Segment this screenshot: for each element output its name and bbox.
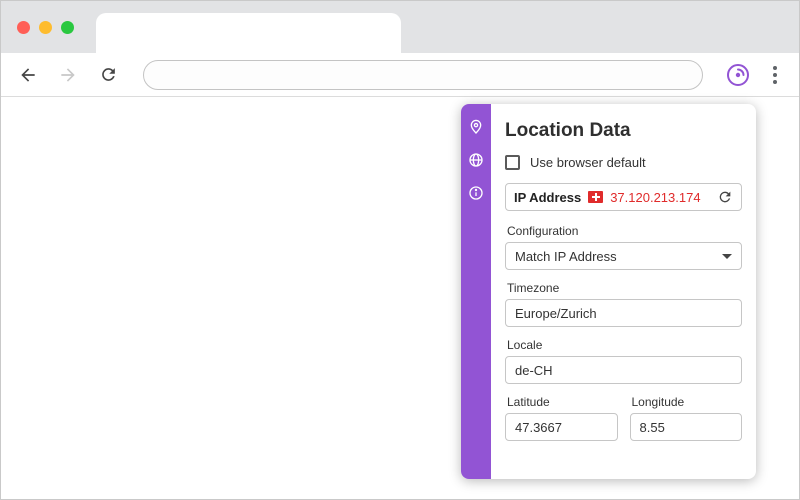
location-tab-icon[interactable] [468,118,485,135]
timezone-label: Timezone [507,281,560,295]
location-data-panel: Location Data Use browser default IP Add… [461,104,756,479]
locale-group: Locale [505,338,742,384]
reload-button[interactable] [95,62,121,88]
latitude-label: Latitude [507,395,550,409]
forward-button[interactable] [55,62,81,88]
traffic-lights [17,21,74,34]
refresh-ip-button[interactable] [717,189,733,205]
latitude-input[interactable] [505,413,618,441]
info-tab-icon[interactable] [468,184,485,201]
close-window-button[interactable] [17,21,30,34]
longitude-group: Longitude [629,395,742,441]
reload-icon [101,68,115,81]
chevron-down-icon [722,253,732,259]
panel-sidebar [461,104,491,479]
browser-tab[interactable] [96,13,401,53]
address-bar[interactable] [143,59,703,90]
refresh-icon [719,191,731,203]
latitude-group: Latitude [505,395,618,441]
extension-icon[interactable] [725,62,751,88]
back-arrow-icon [21,67,35,82]
longitude-label: Longitude [631,395,685,409]
configuration-label: Configuration [507,224,579,238]
forward-arrow-icon [61,67,75,82]
configuration-group: Configuration Match IP Address [505,224,742,270]
locale-label: Locale [507,338,543,352]
panel-title: Location Data [505,120,631,141]
menu-button[interactable] [765,65,785,84]
swiss-flag-icon [588,191,604,203]
use-browser-default-row[interactable]: Use browser default [505,155,742,170]
ip-address-value: 37.120.213.174 [610,189,701,205]
timezone-input[interactable] [505,299,742,327]
extension-logo-icon [727,63,749,86]
coordinates-row: Latitude Longitude [505,395,742,441]
globe-tab-icon[interactable] [468,151,485,168]
zoom-window-button[interactable] [61,21,74,34]
back-button[interactable] [15,62,41,88]
longitude-input[interactable] [629,413,742,441]
panel-body: Location Data Use browser default IP Add… [491,104,756,479]
navbar [1,53,799,97]
configuration-select[interactable]: Match IP Address [505,242,742,270]
page-content: Location Data Use browser default IP Add… [1,98,799,499]
use-browser-default-checkbox[interactable] [505,155,520,170]
use-browser-default-label: Use browser default [530,155,646,170]
timezone-group: Timezone [505,281,742,327]
minimize-window-button[interactable] [39,21,52,34]
configuration-selected-value: Match IP Address [515,248,617,264]
locale-input[interactable] [505,356,742,384]
titlebar [1,1,799,53]
ip-address-field: IP Address 37.120.213.174 [505,183,742,211]
ip-address-label: IP Address [514,189,582,205]
